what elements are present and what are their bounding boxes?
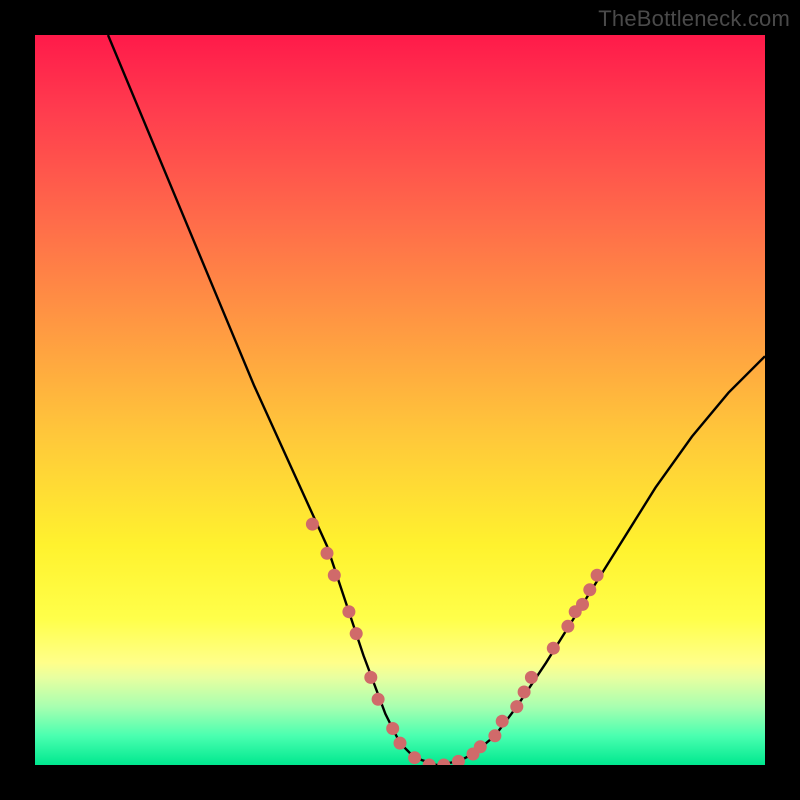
scatter-dot bbox=[591, 569, 604, 582]
chart-frame: TheBottleneck.com bbox=[0, 0, 800, 800]
chart-svg bbox=[35, 35, 765, 765]
scatter-dot bbox=[547, 642, 560, 655]
scatter-dot bbox=[328, 569, 341, 582]
scatter-dot bbox=[321, 547, 334, 560]
scatter-dot bbox=[423, 759, 436, 766]
plot-area bbox=[35, 35, 765, 765]
scatter-dot bbox=[350, 627, 363, 640]
bottleneck-curve bbox=[108, 35, 765, 765]
scatter-dot bbox=[394, 737, 407, 750]
scatter-dot bbox=[576, 598, 589, 611]
scatter-dot bbox=[437, 759, 450, 766]
scatter-dot bbox=[386, 722, 399, 735]
scatter-dot bbox=[510, 700, 523, 713]
scatter-dot bbox=[474, 740, 487, 753]
scatter-dot bbox=[372, 693, 385, 706]
scatter-dot bbox=[452, 755, 465, 765]
scatter-dot bbox=[561, 620, 574, 633]
scatter-dot bbox=[496, 715, 509, 728]
scatter-dot bbox=[488, 729, 501, 742]
scatter-dot bbox=[408, 751, 421, 764]
scatter-dot bbox=[583, 583, 596, 596]
scatter-dot bbox=[518, 686, 531, 699]
scatter-dot bbox=[342, 605, 355, 618]
scatter-dot bbox=[525, 671, 538, 684]
scatter-dot bbox=[364, 671, 377, 684]
watermark-label: TheBottleneck.com bbox=[598, 6, 790, 32]
scatter-dot bbox=[306, 518, 319, 531]
